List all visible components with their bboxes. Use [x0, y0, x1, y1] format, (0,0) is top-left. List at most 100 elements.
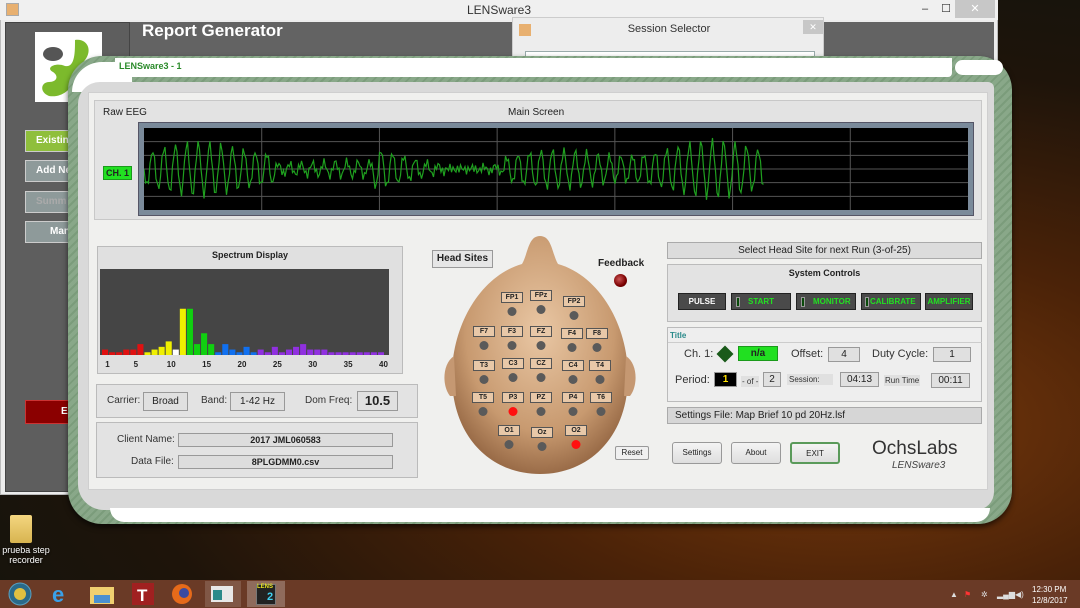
head-site-label-t6: T6: [590, 392, 612, 403]
client-group: [96, 422, 418, 478]
head-site-t5[interactable]: [478, 407, 488, 416]
session-label: Session:: [787, 374, 833, 385]
offset-label: Offset:: [791, 348, 824, 360]
head-site-fp1[interactable]: [507, 307, 517, 316]
reset-button[interactable]: Reset: [615, 446, 649, 460]
session-selector-title: Session Selector: [627, 23, 711, 35]
spectrum-bar: [370, 352, 377, 355]
amplifier-button[interactable]: AMPLIFIER: [925, 293, 973, 310]
head-site-cz[interactable]: [536, 373, 546, 382]
head-site-c4[interactable]: [568, 375, 578, 384]
calibrate-button[interactable]: CALIBRATE: [861, 293, 921, 310]
maximize-button[interactable]: ☐: [935, 0, 957, 18]
spectrum-bar: [356, 352, 363, 355]
head-site-t6[interactable]: [596, 407, 606, 416]
spectrum-bar: [179, 308, 186, 355]
head-site-label-f3: F3: [501, 326, 523, 337]
head-site-t3[interactable]: [479, 375, 489, 384]
duty-cycle-value: 1: [933, 347, 971, 362]
status-group: [667, 327, 982, 402]
signal-strength-icon[interactable]: ▂▄▆: [997, 590, 1015, 599]
monitor-button[interactable]: MONITOR: [796, 293, 856, 310]
period-value: 1: [714, 372, 737, 387]
spectrum-bar: [116, 352, 123, 355]
spectrum-bar: [285, 349, 293, 355]
zip-folder-icon[interactable]: [10, 515, 32, 543]
start-button[interactable]: [4, 581, 40, 607]
head-site-o2[interactable]: [571, 440, 581, 449]
close-button[interactable]: ✕: [955, 0, 995, 18]
t-app-icon[interactable]: T: [128, 581, 164, 607]
exit-button[interactable]: EXIT: [790, 442, 840, 464]
start-button-label: START: [748, 297, 775, 306]
clock-date[interactable]: 12/8/2017: [1032, 596, 1068, 605]
spectrum-bar: [300, 344, 307, 355]
head-site-label-t3: T3: [473, 360, 495, 371]
head-sites-button[interactable]: Head Sites: [432, 250, 493, 268]
left-ear: [444, 356, 456, 396]
action-center-flag-icon[interactable]: ⚑: [964, 590, 971, 599]
minimize-button[interactable]: –: [915, 0, 935, 18]
main-window-titlebar[interactable]: [115, 58, 952, 77]
head-site-fp2[interactable]: [569, 311, 579, 320]
spectrum-bar: [201, 333, 208, 355]
spectrum-bar: [236, 352, 243, 355]
head-site-p3[interactable]: [508, 407, 518, 416]
head-site-f7[interactable]: [479, 341, 489, 350]
start-button[interactable]: START: [731, 293, 791, 310]
feedback-indicator: [614, 274, 627, 287]
spectrum-bar: [321, 349, 328, 355]
network-device-icon[interactable]: ✲: [981, 590, 988, 599]
spectrum-bar: [222, 344, 229, 355]
head-site-f4[interactable]: [567, 343, 577, 352]
system-controls-title: System Controls: [788, 268, 861, 278]
session-selector-close-button[interactable]: ✕: [803, 20, 823, 34]
pulse-button[interactable]: PULSE: [678, 293, 726, 310]
amplifier-button-label: AMPLIFIER: [927, 297, 971, 306]
carrier-value: Broad: [143, 392, 188, 411]
spectrum-tick-label: 5: [133, 360, 139, 369]
desktop-icon-label[interactable]: prueba step recorder: [0, 545, 52, 565]
head-site-label-fp2: FP2: [563, 296, 585, 307]
eeg-display: [144, 128, 968, 210]
head-site-label-c3: C3: [502, 358, 524, 369]
clock-time[interactable]: 12:30 PM: [1032, 585, 1066, 594]
head-site-c3[interactable]: [508, 373, 518, 382]
settings-button[interactable]: Settings: [672, 442, 722, 464]
spectrum-chart: [100, 269, 389, 355]
svg-text:e: e: [52, 582, 64, 607]
head-site-f3[interactable]: [507, 341, 517, 350]
show-hidden-icons-icon[interactable]: ▲: [950, 590, 958, 599]
run-time-value: 00:11: [931, 373, 970, 388]
spectrum-tick-label: 40: [379, 360, 388, 369]
head-site-p4[interactable]: [568, 407, 578, 416]
about-button[interactable]: About: [731, 442, 781, 464]
lens2-taskbar-icon[interactable]: LENS 2: [247, 581, 285, 607]
head-site-label-f4: F4: [561, 328, 583, 339]
head-site-fpz[interactable]: [536, 305, 546, 314]
monitor-button-label: MONITOR: [813, 297, 851, 306]
spectrum-bar: [229, 349, 236, 355]
head-site-f8[interactable]: [592, 343, 602, 352]
spectrum-bar: [208, 344, 215, 355]
status-group-title: Title: [670, 331, 687, 340]
internet-explorer-icon[interactable]: e: [44, 581, 80, 607]
firefox-icon[interactable]: [166, 581, 202, 607]
head-site-label-o1: O1: [498, 425, 520, 436]
spectrum-bar: [342, 352, 349, 355]
spectrum-bar: [257, 349, 264, 355]
run-time-label: Run Time: [884, 375, 921, 386]
volume-icon[interactable]: ◀): [1015, 590, 1024, 599]
head-site-o1[interactable]: [504, 440, 514, 449]
head-site-pz[interactable]: [536, 407, 546, 416]
head-site-fz[interactable]: [536, 341, 546, 350]
file-explorer-icon[interactable]: [86, 581, 122, 607]
spectrum-bar: [158, 346, 165, 355]
head-site-oz[interactable]: [537, 442, 547, 451]
spectrum-tick-label: 20: [237, 360, 247, 369]
lens-badge-number: 2: [267, 591, 274, 603]
spectrum-tick-label: 15: [202, 360, 212, 369]
spectrum-bar: [172, 349, 179, 355]
window-app-icon[interactable]: [205, 581, 241, 607]
head-site-t4[interactable]: [595, 375, 605, 384]
